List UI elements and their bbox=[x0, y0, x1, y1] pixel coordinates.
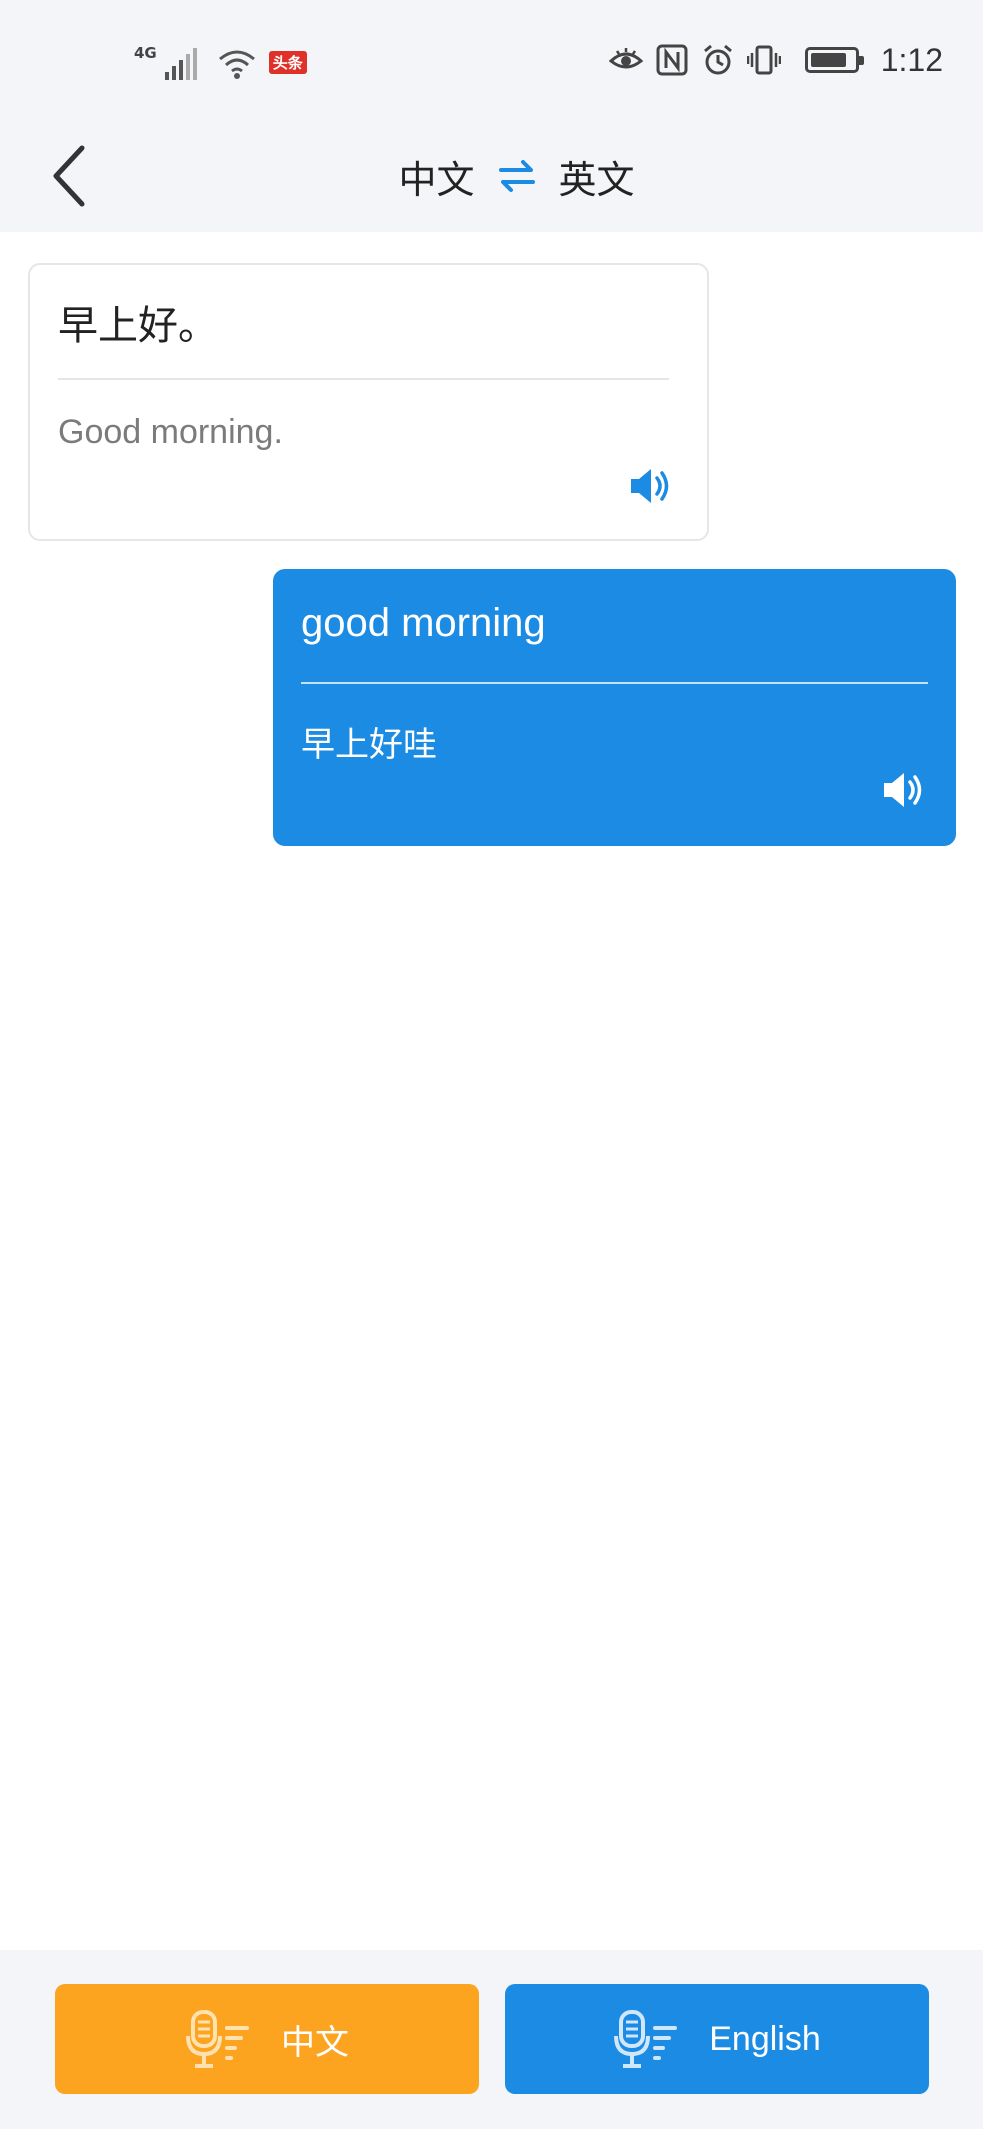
nfc-icon bbox=[656, 44, 688, 76]
status-bar-left: 4G 头条 bbox=[134, 40, 307, 80]
app-header: 中文 英文 bbox=[0, 120, 983, 232]
translator-screen: 4G 头条 1:12 中文 英文 早上好。 Good morning. good… bbox=[0, 0, 983, 2129]
language-switcher: 中文 英文 bbox=[0, 120, 983, 232]
microphone-icon bbox=[186, 2010, 249, 2068]
status-bar-right: 1:12 bbox=[608, 38, 943, 82]
speak-chinese-label: 中文 bbox=[281, 2023, 349, 2062]
bottom-bar: 中文 English bbox=[0, 1950, 983, 2129]
speak-english-button[interactable]: English bbox=[505, 1984, 929, 2094]
battery-level bbox=[810, 53, 846, 67]
swap-languages-icon[interactable] bbox=[497, 158, 537, 194]
speak-english-label: English bbox=[709, 2019, 821, 2058]
speaker-icon[interactable] bbox=[880, 767, 926, 813]
wifi-icon bbox=[218, 50, 255, 79]
speak-chinese-button[interactable]: 中文 bbox=[55, 1984, 479, 2094]
battery-icon bbox=[804, 47, 864, 73]
translated-text: 早上好哇 bbox=[301, 725, 437, 765]
status-bar: 4G 头条 1:12 bbox=[0, 0, 983, 120]
eye-comfort-icon bbox=[608, 48, 643, 69]
alarm-icon bbox=[703, 44, 732, 75]
speaker-icon[interactable] bbox=[627, 463, 673, 509]
card-divider bbox=[58, 378, 669, 380]
source-text: good morning bbox=[301, 601, 546, 645]
vibrate-icon bbox=[746, 45, 781, 75]
source-language[interactable]: 中文 bbox=[398, 149, 474, 204]
source-text: 早上好。 bbox=[58, 303, 218, 349]
microphone-icon bbox=[614, 2010, 678, 2068]
signal-icon bbox=[164, 48, 197, 80]
network-type: 4G bbox=[134, 44, 157, 62]
translated-text: Good morning. bbox=[58, 413, 283, 451]
translation-card-chinese: 早上好。 Good morning. bbox=[28, 263, 709, 541]
card-divider bbox=[301, 682, 928, 684]
clock: 1:12 bbox=[880, 41, 943, 78]
news-app-badge: 头条 bbox=[268, 51, 307, 74]
translation-card-english: good morning 早上好哇 bbox=[273, 569, 956, 846]
target-language[interactable]: 英文 bbox=[559, 149, 635, 204]
